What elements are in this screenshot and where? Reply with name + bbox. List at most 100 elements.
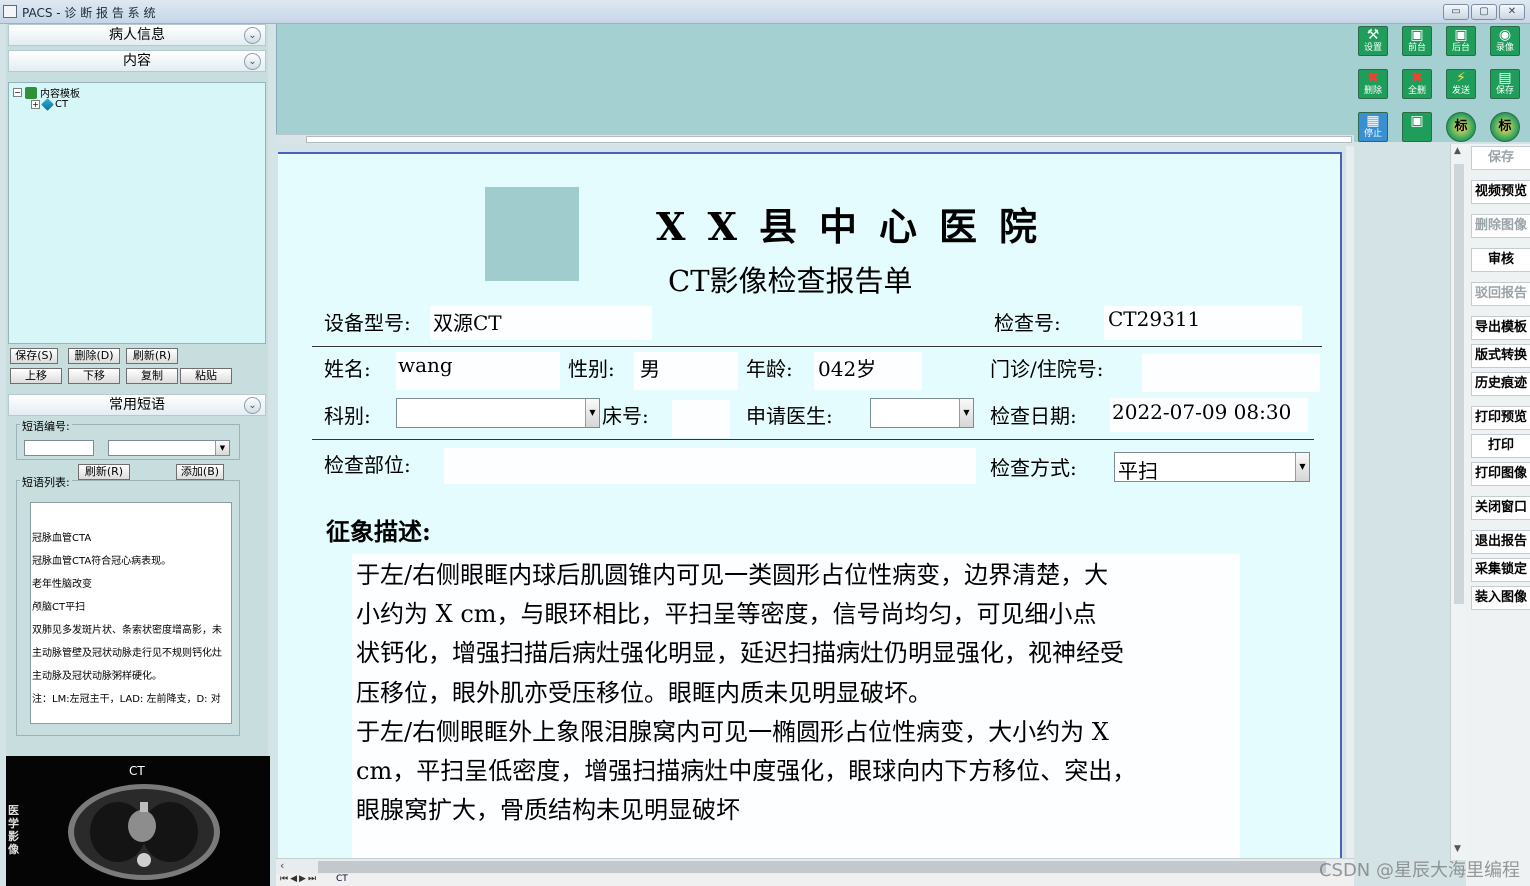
ct-thumbnail[interactable]: CT 医学影像 [6, 756, 270, 886]
close-window-button[interactable]: 关闭窗口 [1471, 496, 1530, 520]
phrase-category-select[interactable]: ▼ [108, 440, 230, 456]
move-down-button[interactable]: 下移 [68, 368, 120, 384]
gem-icon [41, 98, 54, 111]
phrase-add-button[interactable]: 添加(B) [176, 464, 224, 480]
capture-button[interactable]: ▣ [1402, 112, 1432, 142]
list-item[interactable]: 主动脉管壁及冠状动脉走行见不规则钙化灶 [32, 644, 222, 659]
film-icon: ▣ [1410, 27, 1424, 43]
tree-node-ct-label: CT [55, 99, 69, 110]
close-button[interactable]: ✕ [1499, 4, 1525, 20]
outpatient-field[interactable] [1142, 354, 1320, 392]
exam-part-field[interactable] [444, 448, 976, 484]
chevron-down-icon[interactable]: ⌄ [244, 53, 261, 70]
delete-all-label: 全删 [1407, 86, 1426, 96]
collapse-toggle[interactable]: − [13, 88, 22, 97]
dept-select[interactable]: ▼ [396, 398, 600, 428]
sex-value: 男 [640, 357, 660, 381]
list-item[interactable]: 注：LM:左冠主干，LAD: 左前降支，D: 对 [32, 690, 221, 705]
reject-report-button[interactable]: 驳回报告 [1471, 282, 1530, 306]
video-preview-button[interactable]: 视频预览 [1471, 180, 1530, 204]
tree-node-ct[interactable]: + CT [31, 98, 69, 111]
doctor-select[interactable]: ▼ [870, 398, 974, 428]
findings-text[interactable]: 于左/右侧眼眶内球后肌圆锥内可见一类圆形占位性病变，边界清楚，大 小约为 X c… [356, 556, 1238, 830]
load-image-button[interactable]: 装入图像 [1471, 586, 1530, 610]
mark-button[interactable]: 标 [1446, 112, 1476, 142]
dropdown-arrow-icon[interactable]: ▼ [959, 399, 973, 427]
minimize-button[interactable]: ▭ [1443, 4, 1469, 20]
delete-image-report-button[interactable]: 删除图像 [1471, 214, 1530, 238]
top-scrollbar-track[interactable] [306, 136, 1352, 143]
hospital-logo [485, 187, 579, 281]
list-item[interactable]: 颅脑CT平扫 [32, 598, 85, 613]
capture-lock-button[interactable]: 采集锁定 [1471, 558, 1530, 582]
chevron-down-icon[interactable]: ⌄ [244, 27, 261, 44]
phrase-list: 冠脉血管CTA 冠脉血管CTA符合冠心病表现。 老年性脑改变 颅脑CT平扫 双肺… [30, 502, 232, 724]
background-label: 后台 [1451, 43, 1470, 53]
panel-content-label: 内容 [123, 53, 151, 69]
left-panel: 病人信息 ⌄ 内容 ⌄ − 内容模板 + CT 保存(S) 删除(D) 刷新(R… [6, 24, 270, 886]
list-item[interactable]: 冠脉血管CTA [32, 529, 91, 544]
bed-field[interactable] [672, 400, 730, 438]
settings-button[interactable]: ⚒ 设置 [1358, 26, 1388, 56]
sheet-nav-arrows-icon[interactable]: ⏮◀▶⏭ [280, 874, 318, 884]
print-preview-button[interactable]: 打印预览 [1471, 406, 1530, 430]
delete-image-button[interactable]: ✖ 删除 [1358, 69, 1388, 99]
exam-method-select[interactable]: 平扫 ▼ [1114, 452, 1310, 483]
exam-date-value: 2022-07-09 08:30 [1112, 400, 1292, 424]
copy-button[interactable]: 复制 [126, 368, 178, 384]
save-toolbar-button[interactable]: ▤ 保存 [1490, 69, 1520, 99]
refresh-button[interactable]: 刷新(R) [126, 348, 178, 364]
sheet-tab-ct[interactable]: CT [336, 874, 348, 884]
print-image-button[interactable]: 打印图像 [1471, 462, 1530, 486]
export-template-button[interactable]: 导出模板 [1471, 316, 1530, 340]
expand-toggle[interactable]: + [31, 100, 40, 109]
stop-button[interactable]: ▦ 停止 [1358, 112, 1388, 142]
list-item[interactable]: 老年性脑改变 [32, 575, 92, 590]
scroll-down-icon[interactable]: ▼ [1454, 844, 1461, 854]
list-item[interactable]: 主动脉及冠状动脉粥样硬化。 [32, 667, 162, 682]
common-phrases-panel: 常用短语 ⌄ 短语编号: ▼ 短语列表: 刷新(R) 添加(B) 冠脉血管CTA… [8, 394, 266, 750]
phrase-code-input[interactable] [24, 440, 94, 456]
document-horizontal-scrollbar[interactable]: ‹ [276, 858, 1354, 874]
list-item[interactable]: 双肺见多发斑片状、条索状密度增高影，未 [32, 621, 222, 636]
dropdown-arrow-icon[interactable]: ▼ [1295, 453, 1309, 481]
chevron-down-icon[interactable]: ⌄ [244, 397, 261, 414]
document-vertical-scrollbar[interactable] [1346, 146, 1354, 858]
sheet-tab-bar: ⏮◀▶⏭ CT [276, 874, 1354, 886]
history-trace-button[interactable]: 历史痕迹 [1471, 372, 1530, 396]
dropdown-arrow-icon[interactable]: ▼ [585, 399, 599, 427]
panel-content[interactable]: 内容 ⌄ [8, 50, 266, 72]
save-report-button[interactable]: 保存 [1471, 146, 1530, 170]
move-up-button[interactable]: 上移 [10, 368, 62, 384]
background-button[interactable]: ▣ 后台 [1446, 26, 1476, 56]
delete-button[interactable]: 删除(D) [68, 348, 120, 364]
paste-button[interactable]: 粘贴 [180, 368, 232, 384]
review-button[interactable]: 审核 [1471, 248, 1530, 272]
exit-report-button[interactable]: 退出报告 [1471, 530, 1530, 554]
delete-all-button[interactable]: ✖ 全删 [1402, 69, 1432, 99]
print-button[interactable]: 打印 [1471, 434, 1530, 458]
panel-patient-info[interactable]: 病人信息 ⌄ [8, 24, 266, 46]
delete-all-icon: ✖ [1411, 70, 1423, 86]
unmark-button[interactable]: 标 [1490, 112, 1520, 142]
list-item[interactable]: 冠脉血管CTA符合冠心病表现。 [32, 552, 171, 567]
format-convert-button[interactable]: 版式转换 [1471, 344, 1530, 368]
phrase-refresh-button[interactable]: 刷新(R) [78, 464, 130, 480]
scroll-up-icon[interactable]: ▲ [1454, 146, 1461, 156]
dropdown-arrow-icon[interactable]: ▼ [215, 441, 229, 455]
foreground-button[interactable]: ▣ 前台 [1402, 26, 1432, 56]
scroll-left-icon[interactable]: ‹ [280, 859, 284, 872]
top-scrollbar[interactable] [276, 134, 1354, 144]
panel-common-phrases-label: 常用短语 [109, 397, 165, 413]
dept-label: 科别: [324, 404, 371, 428]
right-vertical-scrollbar[interactable]: ▲ ▼ [1450, 144, 1466, 860]
findings-line: 眼腺窝扩大，骨质结构未见明显破坏 [356, 796, 740, 825]
maximize-button[interactable]: ▢ [1471, 4, 1497, 20]
send-button[interactable]: ⚡ 发送 [1446, 69, 1476, 99]
save-button[interactable]: 保存(S) [10, 348, 58, 364]
scrollbar-thumb[interactable] [318, 861, 1326, 873]
panel-common-phrases[interactable]: 常用短语 ⌄ [8, 394, 266, 416]
stop-label: 停止 [1363, 129, 1382, 139]
scrollbar-thumb[interactable] [1454, 164, 1464, 604]
record-button[interactable]: ◉ 录像 [1490, 26, 1520, 56]
